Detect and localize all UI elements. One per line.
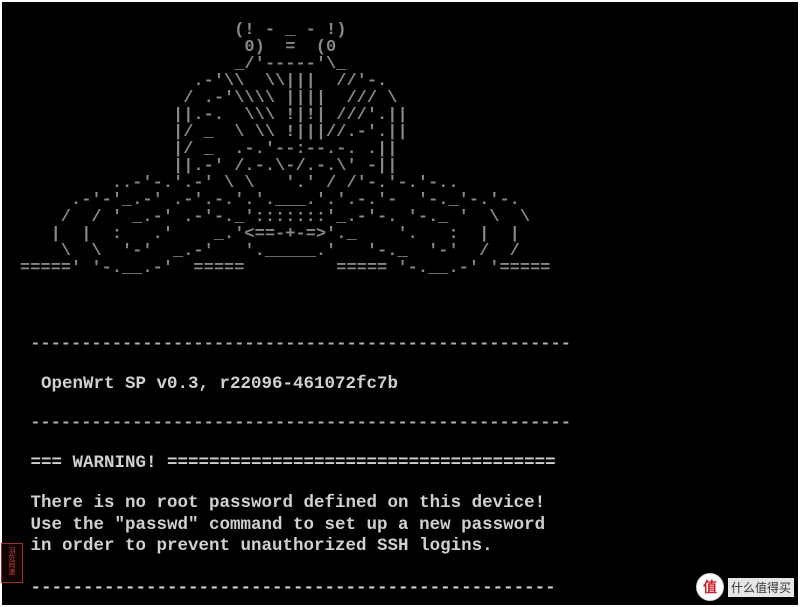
warning-body: There is no root password defined on thi… xyxy=(20,493,780,559)
watermark-brand-right: 值 什么值得买 xyxy=(696,573,794,601)
ascii-art-logo: (! - _ - !) 0) = (0 _/'-----'\_ .-'\\ \\… xyxy=(20,22,780,277)
version-line: OpenWrt SP v0.3, r22096-461072fc7b xyxy=(20,374,780,394)
divider-top: ----------------------------------------… xyxy=(20,335,780,355)
warning-header: === WARNING! ===========================… xyxy=(20,453,780,473)
divider-bottom: ----------------------------------------… xyxy=(20,414,780,434)
watermark-badge-icon: 值 xyxy=(696,573,724,601)
warning-footer: ----------------------------------------… xyxy=(20,578,780,598)
watermark-brand-text: 什么值得买 xyxy=(728,578,794,597)
watermark-seal-left: 羽佐同速 xyxy=(1,543,23,583)
terminal-window[interactable]: (! - _ - !) 0) = (0 _/'-----'\_ .-'\\ \\… xyxy=(2,2,798,605)
blank-line xyxy=(20,296,780,316)
